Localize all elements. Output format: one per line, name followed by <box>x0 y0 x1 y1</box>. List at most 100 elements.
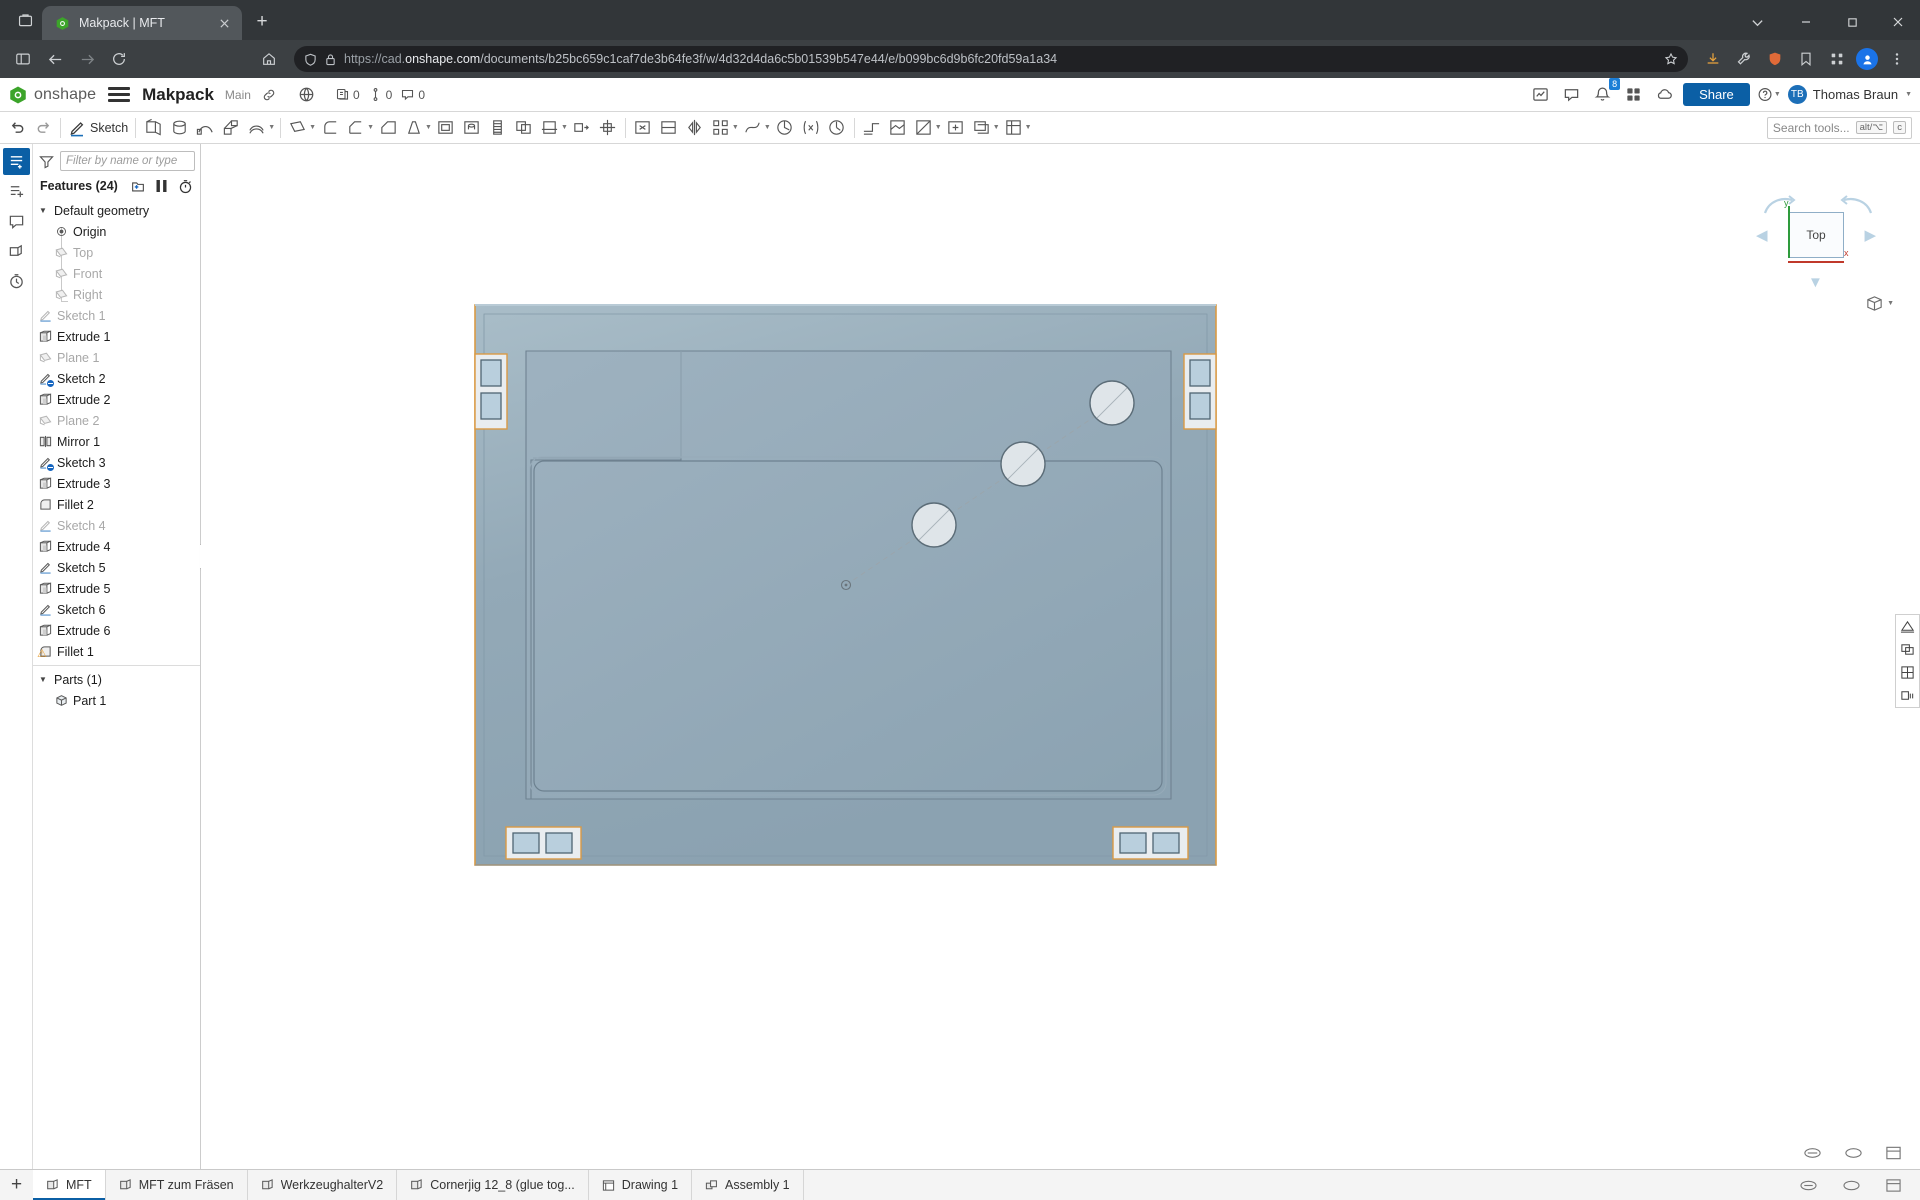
explode-icon[interactable] <box>1896 684 1919 707</box>
app-store-icon[interactable] <box>1621 83 1645 107</box>
fit-icon[interactable] <box>1885 1145 1902 1161</box>
help-chat-icon[interactable] <box>1559 83 1583 107</box>
fit-icon[interactable] <box>1885 1178 1902 1193</box>
tree-node-plane-1[interactable]: Plane 1 <box>33 347 200 368</box>
display-state-icon[interactable] <box>1896 638 1919 661</box>
onshape-logo[interactable]: onshape <box>8 85 96 105</box>
tree-node-right[interactable]: Right <box>33 284 200 305</box>
link-icon[interactable] <box>257 83 281 107</box>
maximize-icon[interactable] <box>1830 5 1874 39</box>
sidebar-item-instances[interactable] <box>3 238 30 265</box>
chevron-down-icon[interactable] <box>1740 5 1774 39</box>
browser-menu-icon[interactable] <box>1882 44 1912 74</box>
tree-node-extrude-1[interactable]: Extrude 1 <box>33 326 200 347</box>
thicken-icon[interactable]: ▼ <box>244 115 276 141</box>
reload-icon[interactable] <box>104 44 134 74</box>
help-icon[interactable]: ▼ <box>1757 83 1781 107</box>
pattern-icon[interactable]: ▼ <box>708 115 740 141</box>
helix-icon[interactable] <box>772 115 798 141</box>
home-icon[interactable] <box>254 44 284 74</box>
branches-counter[interactable]: 0 <box>368 87 392 102</box>
forward-arrow-icon[interactable] <box>72 44 102 74</box>
sidebar-item-history[interactable] <box>3 268 30 295</box>
bottom-tab-0[interactable]: MFT <box>33 1170 106 1200</box>
sidebar-icon[interactable] <box>8 44 38 74</box>
view-cube[interactable]: ◀ ▶ ▼ Top y x <box>1756 184 1876 291</box>
tree-node-extrude-2[interactable]: Extrude 2 <box>33 389 200 410</box>
tree-node-sketch-4[interactable]: Sketch 4 <box>33 515 200 536</box>
section-view-icon[interactable] <box>1896 615 1919 638</box>
redo-button[interactable] <box>30 115 56 141</box>
draft-icon[interactable]: ▼ <box>401 115 433 141</box>
zoom-icon[interactable] <box>1844 1145 1863 1161</box>
address-bar[interactable]: https://cad.onshape.com/documents/b25bc6… <box>294 46 1688 72</box>
tree-node-top[interactable]: Top <box>33 242 200 263</box>
plane-icon[interactable]: ▼ <box>285 115 317 141</box>
window-close-icon[interactable] <box>1876 5 1920 39</box>
tree-node-fillet-1[interactable]: ⚠ Fillet 1 <box>33 641 200 662</box>
extrude-icon[interactable] <box>140 115 166 141</box>
delete-face-icon[interactable] <box>630 115 656 141</box>
rollback-timer-icon[interactable] <box>178 177 194 195</box>
star-icon[interactable] <box>1664 52 1678 66</box>
replace-face-icon[interactable] <box>656 115 682 141</box>
shield-extension-icon[interactable] <box>1760 44 1790 74</box>
loft-icon[interactable] <box>218 115 244 141</box>
tab-search-icon[interactable] <box>8 3 42 37</box>
chamfer-icon[interactable]: ▼ <box>343 115 375 141</box>
measure-icon[interactable] <box>824 115 850 141</box>
simulation-icon[interactable] <box>1528 83 1552 107</box>
tree-node-sketch-3[interactable]: Sketch 3 <box>33 452 200 473</box>
sweep-icon[interactable] <box>192 115 218 141</box>
tree-node-front[interactable]: Front <box>33 263 200 284</box>
page-title[interactable]: Makpack <box>142 85 214 105</box>
bottom-tab-4[interactable]: Drawing 1 <box>588 1170 693 1200</box>
revolve-icon[interactable] <box>166 115 192 141</box>
tree-node-origin[interactable]: Origin <box>33 221 200 242</box>
render-mode-icon[interactable]: ▼ <box>1001 115 1033 141</box>
bottom-tab-5[interactable]: Assembly 1 <box>692 1170 804 1200</box>
tree-node-extrude-5[interactable]: Extrude 5 <box>33 578 200 599</box>
mirror-icon[interactable] <box>682 115 708 141</box>
thread-icon[interactable] <box>485 115 511 141</box>
add-folder-icon[interactable] <box>130 177 146 195</box>
cloud-sync-icon[interactable] <box>1652 83 1676 107</box>
sidebar-item-feature-list[interactable] <box>2 148 30 175</box>
split-icon[interactable]: ▼ <box>537 115 569 141</box>
user-account-menu[interactable]: TB Thomas Braun ▼ <box>1787 85 1912 104</box>
sheetmetal-icon[interactable] <box>859 115 885 141</box>
download-icon[interactable] <box>1698 44 1728 74</box>
search-tools-input[interactable]: Search tools... alt/⌥ c <box>1766 116 1912 139</box>
appearance-icon[interactable] <box>885 115 911 141</box>
view-down-arrow-icon[interactable]: ▼ <box>1808 274 1823 291</box>
minimize-icon[interactable] <box>1784 5 1828 39</box>
view-left-arrow-icon[interactable]: ◀ <box>1756 226 1768 244</box>
filter-input[interactable]: Filter by name or type <box>60 151 195 171</box>
comments-counter[interactable]: 0 <box>400 87 425 102</box>
globe-icon[interactable] <box>295 83 319 107</box>
pause-icon[interactable] <box>154 177 170 195</box>
pan-icon[interactable] <box>1803 1145 1822 1161</box>
sketch-button[interactable]: Sketch <box>65 115 131 141</box>
boolean-icon[interactable] <box>511 115 537 141</box>
bottom-tab-3[interactable]: Cornerjig 12_8 (glue tog... <box>397 1170 589 1200</box>
render-mode-icon[interactable] <box>1896 661 1919 684</box>
tree-node-sketch-7[interactable]: Sketch 7 <box>33 662 200 665</box>
tree-node-sketch-1[interactable]: Sketch 1 <box>33 305 200 326</box>
grid-icon[interactable] <box>1822 44 1852 74</box>
tree-node-part-1[interactable]: Part 1 <box>33 690 200 711</box>
funnel-icon[interactable] <box>39 154 54 169</box>
tree-node-sketch-2[interactable]: Sketch 2 <box>33 368 200 389</box>
tree-node-extrude-3[interactable]: Extrude 3 <box>33 473 200 494</box>
shell-icon[interactable] <box>433 115 459 141</box>
tab-close-icon[interactable] <box>216 15 232 31</box>
browser-tab[interactable]: Makpack | MFT <box>42 6 242 40</box>
sidebar-item-comments[interactable] <box>3 208 30 235</box>
tree-node-plane-2[interactable]: Plane 2 <box>33 410 200 431</box>
bottom-tab-1[interactable]: MFT zum Fräsen <box>105 1170 248 1200</box>
bookmark-extension-icon[interactable] <box>1791 44 1821 74</box>
transform-icon[interactable] <box>595 115 621 141</box>
variable-icon[interactable] <box>798 115 824 141</box>
new-tab-button[interactable]: + <box>248 8 276 36</box>
pan-icon[interactable] <box>1799 1178 1818 1193</box>
